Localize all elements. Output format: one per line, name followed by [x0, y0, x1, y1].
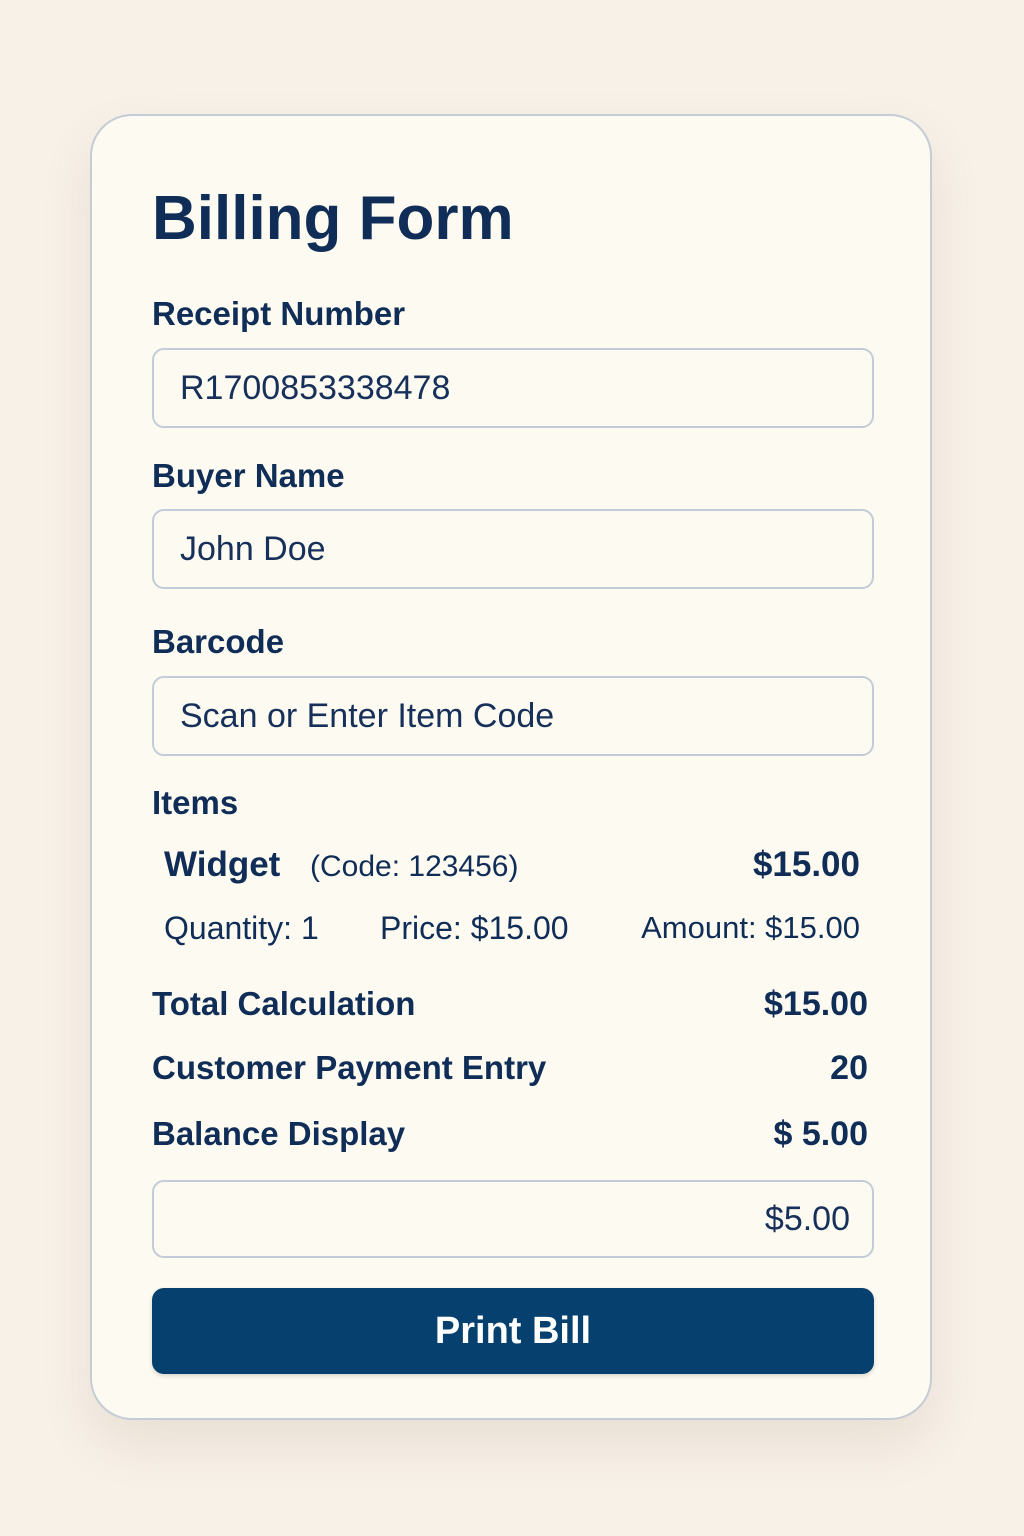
total-calculation-value: $15.00 [764, 985, 868, 1023]
balance-display-value: $ 5.00 [773, 1115, 868, 1153]
item-price-total: $15.00 [752, 845, 860, 884]
balance-field[interactable] [152, 1180, 874, 1258]
items-label: Items [152, 784, 239, 821]
receipt-number-input[interactable] [152, 348, 874, 428]
item-amount: Amount: $15.00 [641, 910, 860, 945]
buyer-name-label: Buyer Name [152, 457, 345, 494]
total-calculation-label: Total Calculation [152, 985, 416, 1022]
customer-payment-value: 20 [830, 1049, 868, 1087]
barcode-label: Barcode [152, 623, 285, 660]
print-bill-button[interactable]: Print Bill [152, 1288, 874, 1374]
receipt-number-label: Receipt Number [152, 295, 406, 332]
item-unit-price: Price: $15.00 [380, 910, 569, 946]
buyer-name-input[interactable] [152, 509, 874, 589]
barcode-input[interactable] [152, 676, 874, 756]
item-quantity: Quantity: 1 [164, 910, 319, 946]
balance-display-label: Balance Display [152, 1115, 406, 1152]
page-title: Billing Form [152, 184, 514, 253]
item-code: (Code: 123456) [310, 850, 519, 883]
billing-form-card: Billing Form Receipt Number Buyer Name B… [90, 114, 932, 1420]
item-name: Widget [164, 845, 281, 884]
customer-payment-label: Customer Payment Entry [152, 1049, 547, 1086]
